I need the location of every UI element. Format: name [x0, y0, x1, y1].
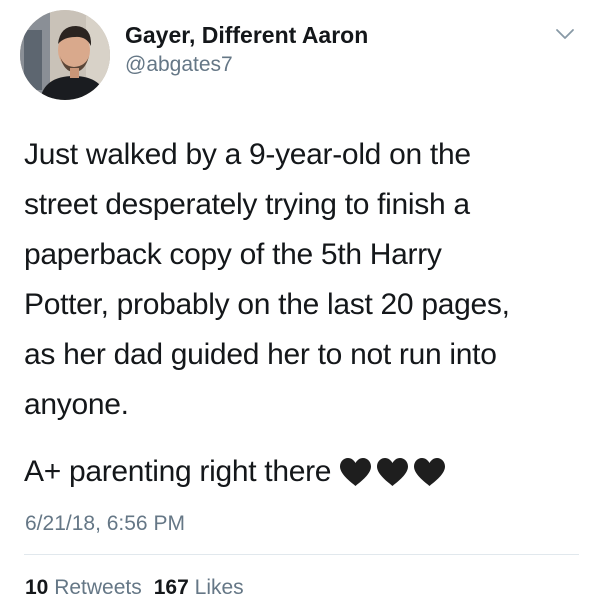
- retweets-label: Retweets: [54, 576, 142, 599]
- tweet-text-line: as her dad guided her to not run into: [24, 338, 497, 371]
- likes-count: 167: [153, 576, 189, 599]
- emoji-group: [337, 456, 448, 488]
- avatar[interactable]: [20, 10, 110, 100]
- profile-photo-icon: [20, 10, 110, 100]
- tweet-closing-line: A+ parenting right there: [24, 447, 448, 497]
- black-heart-icon: [414, 458, 446, 486]
- tweet-text-line: paperback copy of the 5th Harry: [24, 238, 442, 271]
- tweet-text-line: anyone.: [24, 388, 129, 421]
- handle[interactable]: @abgates7: [125, 53, 233, 77]
- tweet-text-line: Potter, probably on the last 20 pages,: [24, 288, 510, 321]
- likes-label: Likes: [194, 576, 244, 599]
- engagement-stats: 10 Retweets 167 Likes: [25, 576, 244, 600]
- chevron-down-icon[interactable]: [553, 24, 577, 44]
- retweets-count: 10: [25, 576, 49, 599]
- tweet-card: Gayer, Different Aaron @abgates7 Just wa…: [0, 0, 600, 600]
- divider: [24, 554, 579, 555]
- display-name[interactable]: Gayer, Different Aaron: [125, 22, 368, 49]
- tweet-text: Just walked by a 9-year-old on the stree…: [24, 130, 584, 430]
- retweets-stat[interactable]: 10 Retweets: [25, 576, 142, 599]
- black-heart-icon: [340, 458, 372, 486]
- tweet-closing-text: A+ parenting right there: [24, 455, 332, 488]
- tweet-text-line: Just walked by a 9-year-old on the: [24, 138, 471, 171]
- likes-stat[interactable]: 167 Likes: [154, 576, 244, 599]
- tweet-text-line: street desperately trying to finish a: [24, 188, 470, 221]
- black-heart-icon: [377, 458, 409, 486]
- timestamp[interactable]: 6/21/18, 6:56 PM: [25, 512, 185, 536]
